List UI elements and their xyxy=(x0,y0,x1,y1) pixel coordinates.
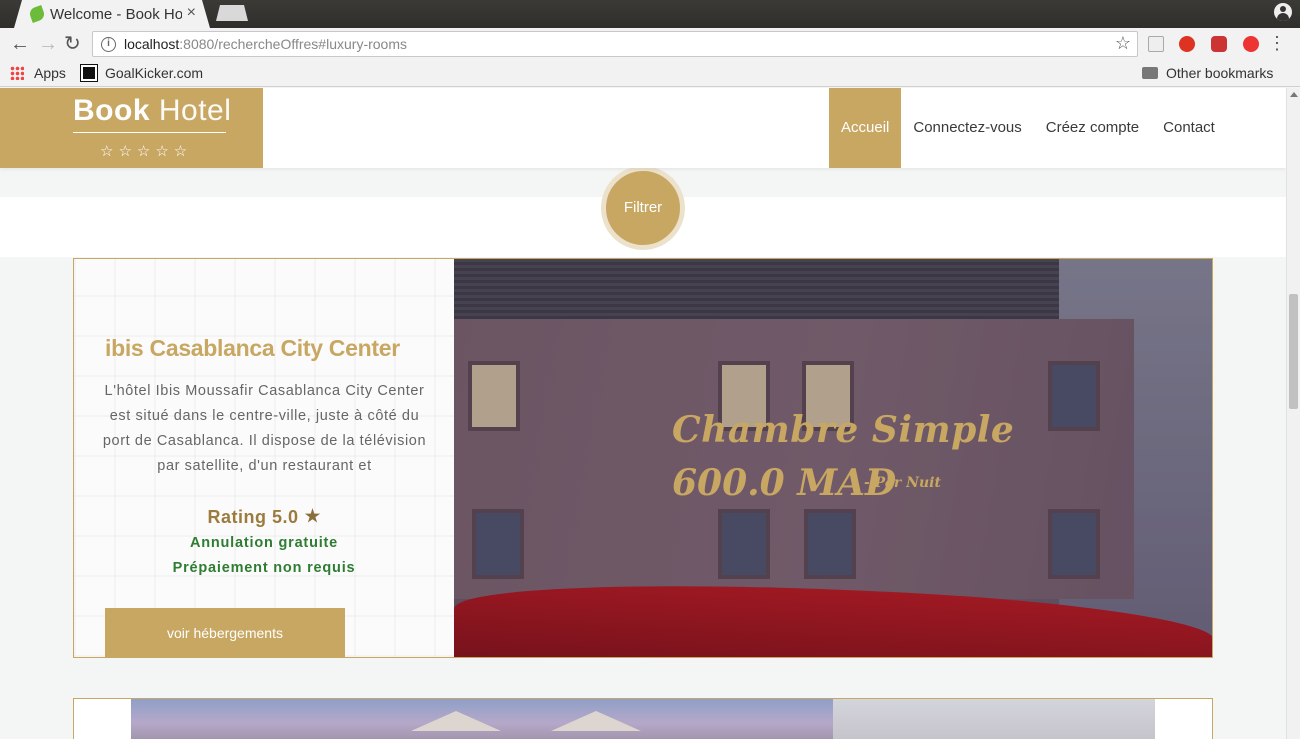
view-rooms-button[interactable]: voir hébergements xyxy=(105,608,345,657)
tomato-icon[interactable] xyxy=(1243,36,1259,52)
new-tab-button[interactable] xyxy=(216,5,248,21)
logo-text: Book Hotel xyxy=(73,94,232,127)
page-viewport: Book Hotel ☆☆☆☆☆ Accueil Connectez-vous … xyxy=(0,88,1286,739)
perk-no-prepayment: Prépaiement non requis xyxy=(172,560,356,576)
main-nav: Accueil Connectez-vous Créez compte Cont… xyxy=(829,88,1227,168)
bookmark-goalkicker[interactable]: GoalKicker.com xyxy=(105,65,203,81)
goalkicker-icon xyxy=(80,64,98,82)
offer-card-next xyxy=(73,698,1213,739)
site-info-icon[interactable]: i xyxy=(101,36,116,52)
photo-umbrella xyxy=(551,711,641,731)
reload-icon[interactable]: ↻ xyxy=(64,32,81,56)
photo-overlay xyxy=(454,259,1212,657)
folder-icon xyxy=(1142,67,1158,79)
logo-stars-icon: ☆☆☆☆☆ xyxy=(100,143,193,160)
perk-free-cancellation: Annulation gratuite xyxy=(189,535,339,551)
page-scrollbar[interactable] xyxy=(1286,88,1300,739)
hotel-rating: Rating 5.0 xyxy=(74,507,454,528)
hotel-photo: Chambre Simple 600.0 MAD - Par Nuit xyxy=(454,259,1212,657)
filter-button[interactable]: Filtrer xyxy=(601,166,685,250)
bookmark-star-icon[interactable]: ☆ xyxy=(1115,33,1131,54)
site-logo[interactable]: Book Hotel ☆☆☆☆☆ xyxy=(0,88,263,168)
url-text: localhost:8080/rechercheOffres#luxury-ro… xyxy=(124,36,407,52)
nav-accueil[interactable]: Accueil xyxy=(829,88,902,168)
browser-toolbar: ← → ↻ i localhost:8080/rechercheOffres#l… xyxy=(0,28,1300,60)
leaf-favicon-icon xyxy=(28,5,46,23)
reader-icon[interactable] xyxy=(1148,36,1164,52)
scroll-up-arrow-icon[interactable] xyxy=(1290,92,1298,97)
adblock-icon[interactable] xyxy=(1211,36,1227,52)
nav-creez-compte[interactable]: Créez compte xyxy=(1034,88,1151,168)
offer-card: ibis Casablanca City Center L'hôtel Ibis… xyxy=(73,258,1213,658)
tab-title: Welcome - Book Ho xyxy=(50,5,182,23)
tab-close-icon[interactable]: × xyxy=(187,4,196,22)
price-suffix: - Par Nuit xyxy=(864,475,941,491)
room-type: Chambre Simple xyxy=(672,409,1015,451)
hotel-photo-next xyxy=(131,699,833,739)
hotel-photo-next-overlay xyxy=(833,699,1155,739)
bookmark-other[interactable]: Other bookmarks xyxy=(1166,65,1273,81)
forward-arrow-icon[interactable]: → xyxy=(38,32,58,56)
star-icon xyxy=(304,508,321,523)
nav-contact[interactable]: Contact xyxy=(1151,88,1227,168)
photo-umbrella xyxy=(411,711,501,731)
scrollbar-thumb[interactable] xyxy=(1289,294,1298,409)
browser-tab[interactable]: Welcome - Book Ho × xyxy=(14,0,210,28)
bookmarks-bar: Apps GoalKicker.com Other bookmarks xyxy=(0,60,1300,87)
room-price: 600.0 MAD xyxy=(672,462,897,504)
address-bar[interactable]: i localhost:8080/rechercheOffres#luxury-… xyxy=(92,31,1138,57)
logo-divider xyxy=(73,132,226,133)
hotel-name[interactable]: ibis Casablanca City Center xyxy=(105,335,400,362)
opera-icon[interactable] xyxy=(1179,36,1195,52)
back-arrow-icon[interactable]: ← xyxy=(10,32,30,56)
profile-icon[interactable] xyxy=(1274,3,1292,21)
bookmark-apps[interactable]: Apps xyxy=(34,65,66,81)
offer-info-panel: ibis Casablanca City Center L'hôtel Ibis… xyxy=(74,259,454,657)
site-header: Book Hotel ☆☆☆☆☆ Accueil Connectez-vous … xyxy=(0,88,1286,168)
nav-connectez-vous[interactable]: Connectez-vous xyxy=(901,88,1033,168)
hotel-description: L'hôtel Ibis Moussafir Casablanca City C… xyxy=(102,383,427,474)
browser-menu-icon[interactable]: ⋮ xyxy=(1268,34,1286,52)
apps-grid-icon[interactable] xyxy=(10,66,24,80)
browser-tab-strip: Welcome - Book Ho × xyxy=(0,0,1300,28)
